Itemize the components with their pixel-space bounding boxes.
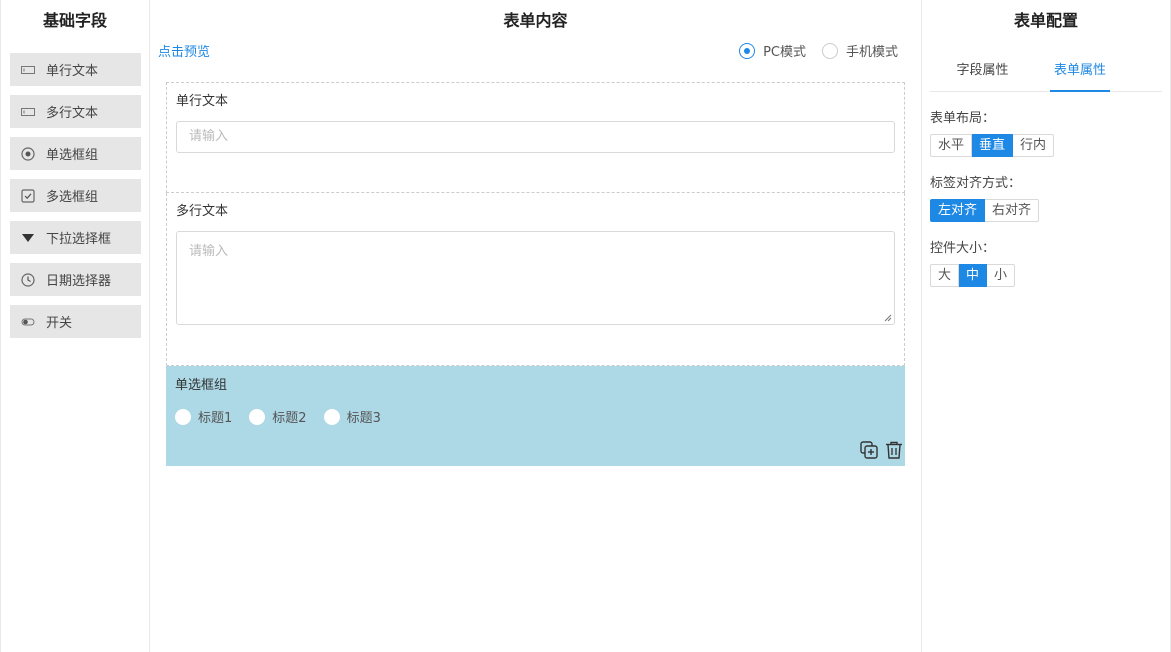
mode-mobile[interactable]: 手机模式 [821,41,898,60]
palette-item-radio-group[interactable]: 单选框组 [10,137,141,170]
trash-icon[interactable] [884,440,904,460]
layout-setting: 表单布局： 水平 垂直 行内 [930,110,1055,157]
layout-label: 表单布局： [930,111,996,126]
palette-item-switch[interactable]: 开关 [10,305,141,338]
palette-item-label: 日期选择器 [46,274,112,289]
dropdown-icon [21,231,35,245]
mode-mobile-label: 手机模式 [845,45,898,60]
size-setting: 控件大小： 大 中 小 [930,240,1016,287]
radio-option-label: 标题2 [272,411,307,426]
palette-item-label: 单选框组 [46,148,99,163]
palette-title: 基础字段 [42,11,107,30]
single-line-input[interactable]: 请输入 [176,121,895,153]
label-align-label: 标签对齐方式： [930,176,1022,191]
radio-option[interactable]: 标题2 [249,407,307,426]
layout-vertical-button[interactable]: 垂直 [972,134,1014,157]
field-block-radio-group[interactable]: 单选框组 标题1 标题2 标题3 [166,366,905,466]
form-content: 表单内容 点击预览 PC模式 手机模式 单行文本 请输入 多行文本 请输入 单选… [150,0,921,652]
clock-icon [21,272,35,287]
radio-pc[interactable] [739,42,756,59]
config-tabs: 字段属性 表单属性 [930,60,1162,92]
copy-icon[interactable] [859,440,879,460]
single-line-icon [21,63,35,77]
field-block-multi-line[interactable]: 多行文本 请输入 [166,193,905,366]
resize-grip-icon[interactable] [884,314,892,322]
palette-item-label: 单行文本 [46,64,99,79]
size-button-group: 大 中 小 [930,264,1016,287]
field-palette: 基础字段 单行文本 多行文本 单选框组 多选框组 下拉选择框 日期选择器 开关 [0,0,150,652]
palette-item-dropdown[interactable]: 下拉选择框 [10,221,141,254]
form-content-title: 表单内容 [503,11,568,30]
size-small-button[interactable]: 小 [987,264,1016,287]
radio-options: 标题1 标题2 标题3 [175,407,896,426]
radio-group-label: 单选框组 [175,378,228,393]
palette-item-label: 下拉选择框 [46,232,112,247]
layout-button-group: 水平 垂直 行内 [930,134,1055,157]
radio-option-label: 标题3 [346,411,381,426]
form-canvas: 单行文本 请输入 多行文本 请输入 单选框组 标题1 标题2 标题3 [166,82,905,466]
multi-line-textarea[interactable]: 请输入 [176,231,895,325]
palette-item-label: 多行文本 [46,106,99,121]
single-line-label: 单行文本 [176,94,229,109]
align-left-button[interactable]: 左对齐 [930,199,986,222]
mode-pc-label: PC模式 [763,45,806,60]
palette-item-label: 多选框组 [46,190,99,205]
radio-option-circle[interactable] [249,408,266,425]
palette-item-checkbox-group[interactable]: 多选框组 [10,179,141,212]
size-large-button[interactable]: 大 [930,264,960,287]
preview-link[interactable]: 点击预览 [158,41,210,60]
radio-icon [21,146,35,161]
palette-item-label: 开关 [46,316,73,331]
tab-field-properties[interactable]: 字段属性 [930,60,1035,91]
radio-option-circle[interactable] [323,408,340,425]
label-align-button-group: 左对齐 右对齐 [930,199,1040,222]
textarea-placeholder: 请输入 [189,244,229,259]
mode-switch: PC模式 手机模式 [723,41,898,60]
mode-pc[interactable]: PC模式 [739,41,806,60]
radio-option[interactable]: 标题1 [175,407,232,426]
palette-item-single-line[interactable]: 单行文本 [10,53,141,86]
radio-mobile[interactable] [821,42,838,59]
label-align-setting: 标签对齐方式： 左对齐 右对齐 [930,175,1040,222]
radio-option[interactable]: 标题3 [323,407,381,426]
radio-option-label: 标题1 [198,411,233,426]
field-block-single-line[interactable]: 单行文本 请输入 [166,82,905,193]
layout-inline-button[interactable]: 行内 [1013,134,1055,157]
form-toolbar: 点击预览 PC模式 手机模式 [158,41,898,61]
switch-icon [21,315,35,329]
align-right-button[interactable]: 右对齐 [985,199,1040,222]
tab-form-properties[interactable]: 表单属性 [1050,60,1110,92]
checkbox-icon [21,188,35,203]
form-config-title: 表单配置 [1013,11,1078,30]
radio-option-circle[interactable] [175,408,191,425]
multi-line-icon [21,105,35,119]
multi-line-label: 多行文本 [176,204,229,219]
form-config: 表单配置 字段属性 表单属性 表单布局： 水平 垂直 行内 标签对齐方式： 左对… [921,0,1171,652]
field-actions [854,440,904,460]
palette-item-date-picker[interactable]: 日期选择器 [10,263,141,296]
size-medium-button[interactable]: 中 [959,264,988,287]
size-label: 控件大小： [930,241,996,256]
layout-horizontal-button[interactable]: 水平 [930,134,973,157]
palette-item-multi-line[interactable]: 多行文本 [10,95,141,128]
